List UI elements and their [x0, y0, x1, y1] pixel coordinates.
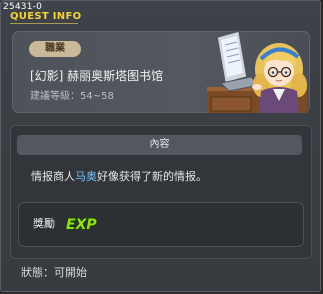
desk-panel-shape	[210, 96, 252, 112]
laptop-icon	[216, 30, 261, 92]
description-text-rest: 好像获得了新的情报。	[97, 170, 207, 183]
reward-label: 獎勵	[33, 217, 55, 230]
quest-name: [幻影] 赫丽奥斯塔图书馆	[30, 69, 164, 83]
exp-icon: EXP	[65, 216, 98, 233]
quest-description: 情报商人马奥好像获得了新的情报。	[31, 170, 207, 184]
quest-info-window: 25431-0 QUEST INFO 職業 [幻影] 赫丽奥斯塔图书馆 建議等級…	[0, 0, 321, 292]
job-badge: 職業	[29, 41, 81, 57]
npc-portrait	[207, 30, 307, 113]
exp-icon-text: EXP	[66, 217, 97, 233]
content-section-header: 內容	[17, 135, 302, 155]
description-text: 情报商人	[31, 170, 75, 183]
reward-box	[18, 202, 304, 247]
window-title: QUEST INFO	[10, 11, 82, 22]
level-requirement: 建議等級：54~58	[30, 91, 114, 102]
quest-status: 狀態：可開始	[21, 266, 87, 279]
npc-name-highlight: 马奥	[75, 170, 97, 183]
title-underline	[10, 23, 78, 24]
